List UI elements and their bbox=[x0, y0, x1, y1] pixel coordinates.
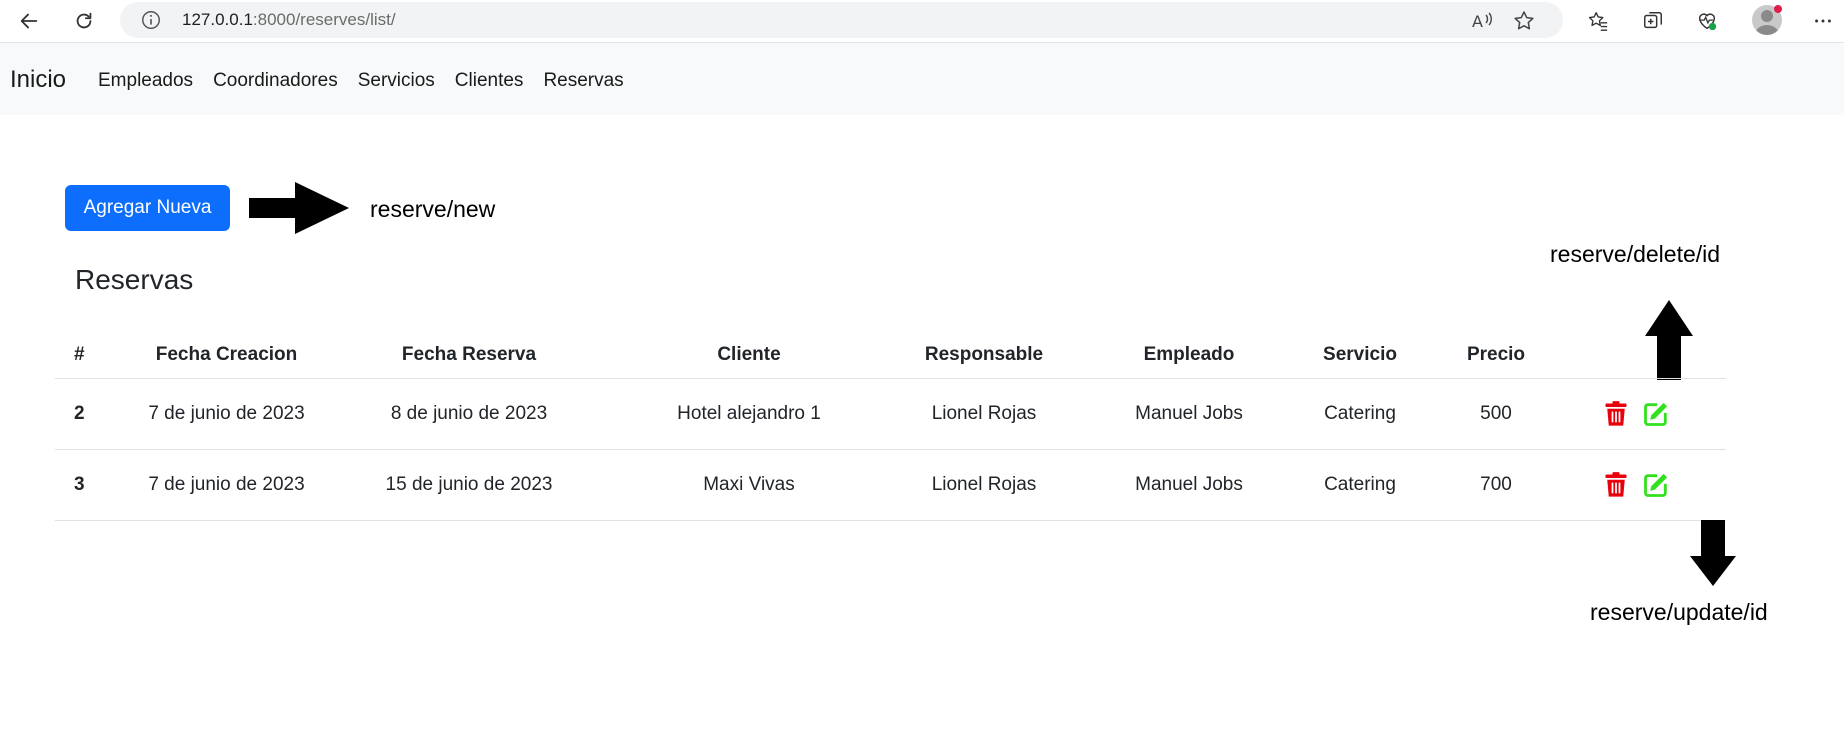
column-header-empleado: Empleado bbox=[1143, 343, 1235, 365]
more-icon[interactable] bbox=[1806, 4, 1840, 38]
nav-links: Empleados Coordinadores Servicios Client… bbox=[98, 70, 644, 92]
cell-fecha-creacion: 7 de junio de 2023 bbox=[119, 449, 334, 521]
table-row: 3 7 de junio de 2023 15 de junio de 2023… bbox=[55, 449, 1726, 521]
back-icon[interactable] bbox=[12, 4, 46, 38]
browser-health-icon[interactable] bbox=[1690, 4, 1724, 38]
cell-actions bbox=[1576, 378, 1726, 450]
cell-empleado: Manuel Jobs bbox=[1074, 378, 1304, 450]
url-host: 127.0.0.1 bbox=[182, 10, 253, 29]
column-header-id: # bbox=[74, 343, 85, 365]
edit-icon[interactable] bbox=[1642, 400, 1670, 428]
arrow-down-icon bbox=[1690, 520, 1736, 586]
cell-servicio: Catering bbox=[1304, 449, 1416, 521]
column-header-actions bbox=[1576, 331, 1726, 379]
trash-icon[interactable] bbox=[1602, 471, 1630, 499]
reservations-table: # Fecha Creacion Fecha Reserva Cliente R… bbox=[55, 331, 1726, 521]
cell-fecha-reserva: 8 de junio de 2023 bbox=[334, 378, 604, 450]
cell-responsable: Lionel Rojas bbox=[894, 378, 1074, 450]
cell-id: 2 bbox=[55, 378, 119, 450]
notification-dot bbox=[1774, 5, 1782, 13]
cell-cliente: Maxi Vivas bbox=[604, 449, 894, 521]
info-icon[interactable] bbox=[140, 9, 162, 31]
cell-actions bbox=[1576, 449, 1726, 521]
column-header-responsable: Responsable bbox=[924, 343, 1044, 365]
column-header-fecha-creacion: Fecha Creacion bbox=[155, 343, 298, 365]
row-actions bbox=[1576, 471, 1726, 499]
nav-link-clientes[interactable]: Clientes bbox=[455, 70, 524, 92]
cell-cliente: Hotel alejandro 1 bbox=[604, 378, 894, 450]
annotation-update: reserve/update/id bbox=[1590, 599, 1768, 625]
arrow-right-icon bbox=[249, 182, 349, 234]
cell-fecha-creacion: 7 de junio de 2023 bbox=[119, 378, 334, 450]
refresh-icon[interactable] bbox=[67, 4, 101, 38]
edit-icon[interactable] bbox=[1642, 471, 1670, 499]
cell-precio: 700 bbox=[1416, 449, 1576, 521]
nav-link-reservas[interactable]: Reservas bbox=[543, 70, 623, 92]
column-header-cliente: Cliente bbox=[717, 343, 781, 365]
app-navbar: Inicio Empleados Coordinadores Servicios… bbox=[0, 43, 1844, 115]
cell-empleado: Manuel Jobs bbox=[1074, 449, 1304, 521]
browser-toolbar: 127.0.0.1:8000/reserves/list/ A bbox=[0, 0, 1844, 43]
address-bar[interactable]: 127.0.0.1:8000/reserves/list/ A bbox=[120, 2, 1563, 38]
nav-link-servicios[interactable]: Servicios bbox=[358, 70, 435, 92]
url-path: :8000/reserves/list/ bbox=[252, 10, 396, 29]
add-new-button[interactable]: Agregar Nueva bbox=[65, 185, 230, 231]
annotation-delete: reserve/delete/id bbox=[1550, 241, 1721, 267]
url-text[interactable]: 127.0.0.1:8000/reserves/list/ bbox=[182, 10, 396, 30]
table-row: 2 7 de junio de 2023 8 de junio de 2023 … bbox=[55, 378, 1726, 450]
column-header-servicio: Servicio bbox=[1323, 343, 1397, 365]
cell-responsable: Lionel Rojas bbox=[894, 449, 1074, 521]
collections-icon[interactable] bbox=[1636, 4, 1670, 38]
nav-link-coordinadores[interactable]: Coordinadores bbox=[213, 70, 338, 92]
navbar-brand[interactable]: Inicio bbox=[10, 66, 66, 94]
cell-id: 3 bbox=[55, 449, 119, 521]
cell-fecha-reserva: 15 de junio de 2023 bbox=[334, 449, 604, 521]
trash-icon[interactable] bbox=[1602, 400, 1630, 428]
page-title: Reservas bbox=[75, 264, 194, 295]
svg-text:A: A bbox=[1472, 12, 1483, 31]
column-header-fecha-reserva: Fecha Reserva bbox=[401, 343, 537, 365]
cell-servicio: Catering bbox=[1304, 378, 1416, 450]
nav-link-empleados[interactable]: Empleados bbox=[98, 70, 193, 92]
annotation-new: reserve/new bbox=[370, 196, 496, 222]
column-header-precio: Precio bbox=[1466, 343, 1526, 365]
row-actions bbox=[1576, 400, 1726, 428]
favorites-icon[interactable] bbox=[1581, 4, 1615, 38]
table-header-row: # Fecha Creacion Fecha Reserva Cliente R… bbox=[55, 331, 1726, 379]
star-icon[interactable] bbox=[1512, 9, 1536, 33]
cell-precio: 500 bbox=[1416, 378, 1576, 450]
read-aloud-icon[interactable]: A bbox=[1470, 9, 1494, 33]
